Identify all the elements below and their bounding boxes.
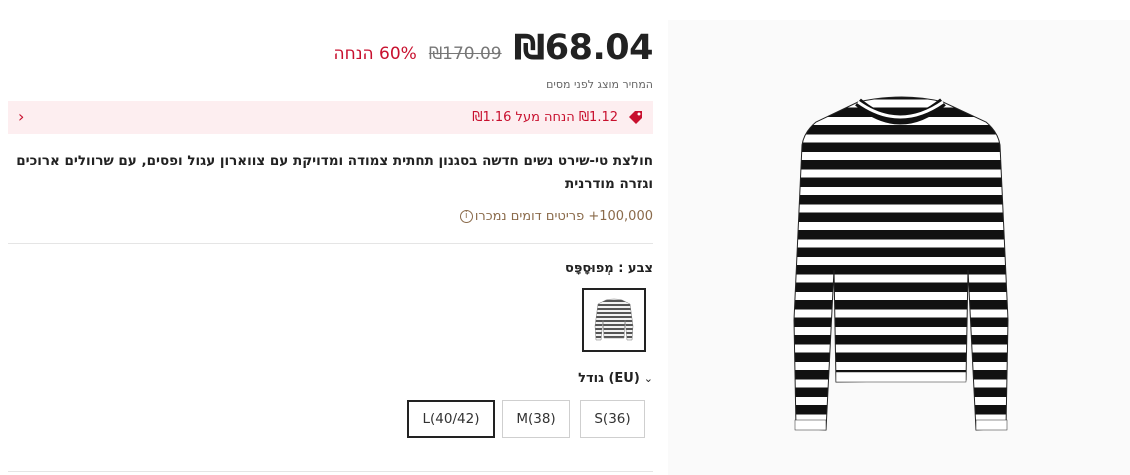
- divider: [8, 243, 653, 244]
- product-main-image[interactable]: [668, 20, 1130, 475]
- original-price: ₪170.09: [428, 44, 502, 64]
- product-title: חולצת טי-שירט נשים חדשה בסגנון תחתית צמו…: [16, 153, 653, 192]
- size-label[interactable]: גודל (EU) ⌄: [578, 371, 653, 386]
- size-option-m[interactable]: M(38): [502, 400, 570, 438]
- current-price: ₪68.04: [513, 28, 654, 68]
- promo-text: ₪1.12 הנחה מעל ₪1.16: [472, 110, 618, 125]
- color-label: צבע : מְפוּסָפָּס: [565, 261, 653, 276]
- sold-count: 100,000+ פריטים דומים נמכרו i: [459, 209, 653, 224]
- size-option-l[interactable]: L(40/42): [407, 400, 495, 438]
- tax-note: המחיר מוצג לפני מסים: [546, 78, 653, 91]
- price-tag-icon: [628, 110, 643, 129]
- info-icon[interactable]: i: [459, 210, 473, 223]
- price-row: ₪68.04 ₪170.09 60% הנחה: [333, 28, 653, 76]
- color-swatch-selected[interactable]: [582, 288, 646, 352]
- chevron-down-icon[interactable]: ⌄: [644, 372, 653, 385]
- size-label-text: גודל (EU): [578, 371, 640, 386]
- divider-bottom: [8, 471, 653, 472]
- size-option-s[interactable]: S(36): [580, 400, 645, 438]
- color-swatch-image: [594, 298, 634, 341]
- promo-banner[interactable]: ₪1.12 הנחה מעל ₪1.16 ›: [8, 101, 653, 134]
- sold-count-text: 100,000+ פריטים דומים נמכרו: [474, 209, 653, 224]
- chevron-left-icon[interactable]: ›: [18, 107, 24, 126]
- product-info-panel: ₪68.04 ₪170.09 60% הנחה המחיר מוצג לפני …: [8, 0, 654, 475]
- product-image-panel: [668, 20, 1130, 475]
- discount-label: 60% הנחה: [333, 44, 417, 64]
